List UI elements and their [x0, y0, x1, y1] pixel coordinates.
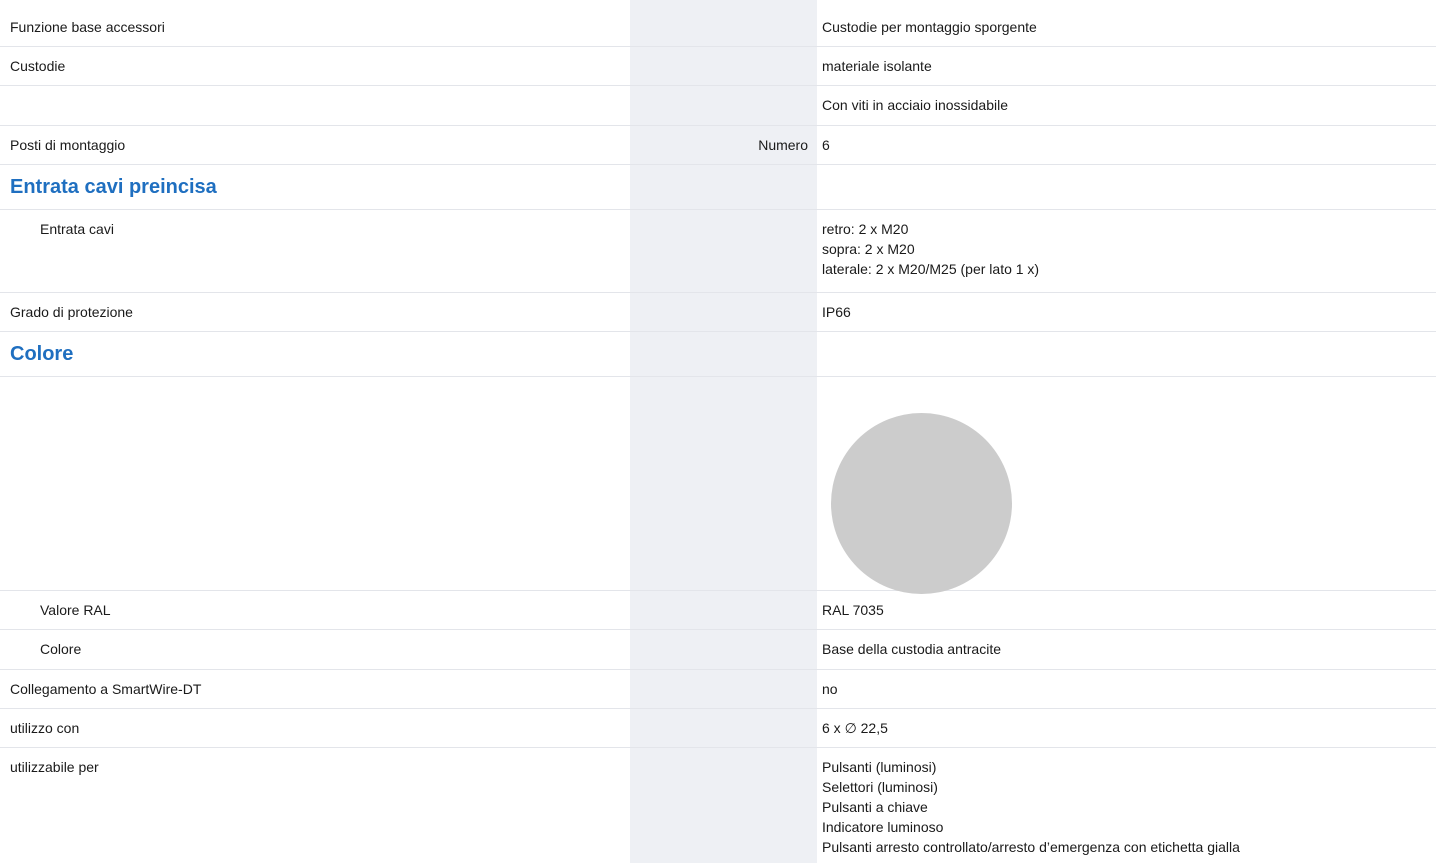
row-label: Colore [40, 641, 82, 657]
row-value-line: Selettori (luminosi) [822, 779, 938, 795]
row-value-line: retro: 2 x M20 [822, 221, 909, 237]
table-row: Entrata cavi retro: 2 x M20 sopra: 2 x M… [0, 210, 1436, 293]
row-value: no [822, 681, 838, 697]
color-swatch-icon [831, 413, 1012, 594]
row-value: Base della custodia antracite [822, 641, 1001, 657]
table-row: Con viti in acciaio inossidabile [0, 86, 1436, 126]
row-label: Grado di protezione [10, 304, 133, 320]
row-label: Funzione base accessori [10, 19, 165, 35]
section-heading: Entrata cavi preincisa [10, 176, 217, 198]
row-label: utilizzo con [10, 720, 80, 736]
row-value-line: sopra: 2 x M20 [822, 241, 915, 257]
section-heading-row: Colore [0, 332, 1436, 377]
spec-sheet: Funzione base accessori Custodie per mon… [0, 0, 1436, 863]
row-value: 6 x ∅ 22,5 [822, 720, 888, 736]
row-value-line: Pulsanti arresto controllato/arresto d’e… [822, 839, 1240, 855]
row-value-line: Pulsanti (luminosi) [822, 759, 937, 775]
row-value-list: Pulsanti (luminosi) Selettori (luminosi)… [822, 757, 1240, 857]
row-label: Entrata cavi [40, 221, 114, 237]
section-heading: Colore [10, 343, 74, 365]
row-label: Valore RAL [40, 602, 111, 618]
row-value: Custodie per montaggio sporgente [822, 19, 1037, 35]
table-row [0, 377, 1436, 594]
table-row: Funzione base accessori Custodie per mon… [0, 8, 1436, 47]
row-label: Collegamento a SmartWire-DT [10, 681, 202, 697]
table-row: utilizzabile per Pulsanti (luminosi) Sel… [0, 748, 1436, 863]
row-label: utilizzabile per [10, 759, 99, 775]
spec-table: Funzione base accessori Custodie per mon… [0, 8, 1436, 863]
table-row: Grado di protezione IP66 [0, 293, 1436, 332]
table-row: Posti di montaggio Numero 6 [0, 126, 1436, 165]
row-unit: Numero [758, 137, 808, 153]
row-value-line: laterale: 2 x M20/M25 (per lato 1 x) [822, 261, 1040, 277]
table-row: utilizzo con 6 x ∅ 22,5 [0, 709, 1436, 748]
row-label: Custodie [10, 58, 66, 74]
table-row: Valore RAL RAL 7035 [0, 591, 1436, 630]
row-value: IP66 [822, 304, 851, 320]
row-value: materiale isolante [822, 58, 932, 74]
section-heading-row: Entrata cavi preincisa [0, 165, 1436, 210]
row-value: Con viti in acciaio inossidabile [822, 97, 1008, 113]
row-value: 6 [822, 137, 830, 153]
row-label: Posti di montaggio [10, 137, 126, 153]
row-value-list: retro: 2 x M20 sopra: 2 x M20 laterale: … [822, 219, 1039, 279]
table-row: Custodie materiale isolante [0, 47, 1436, 86]
row-value-line: Pulsanti a chiave [822, 799, 928, 815]
table-row: Collegamento a SmartWire-DT no [0, 670, 1436, 709]
row-value-line: Indicatore luminoso [822, 819, 944, 835]
table-row: Colore Base della custodia antracite [0, 630, 1436, 670]
row-value: RAL 7035 [822, 602, 884, 618]
